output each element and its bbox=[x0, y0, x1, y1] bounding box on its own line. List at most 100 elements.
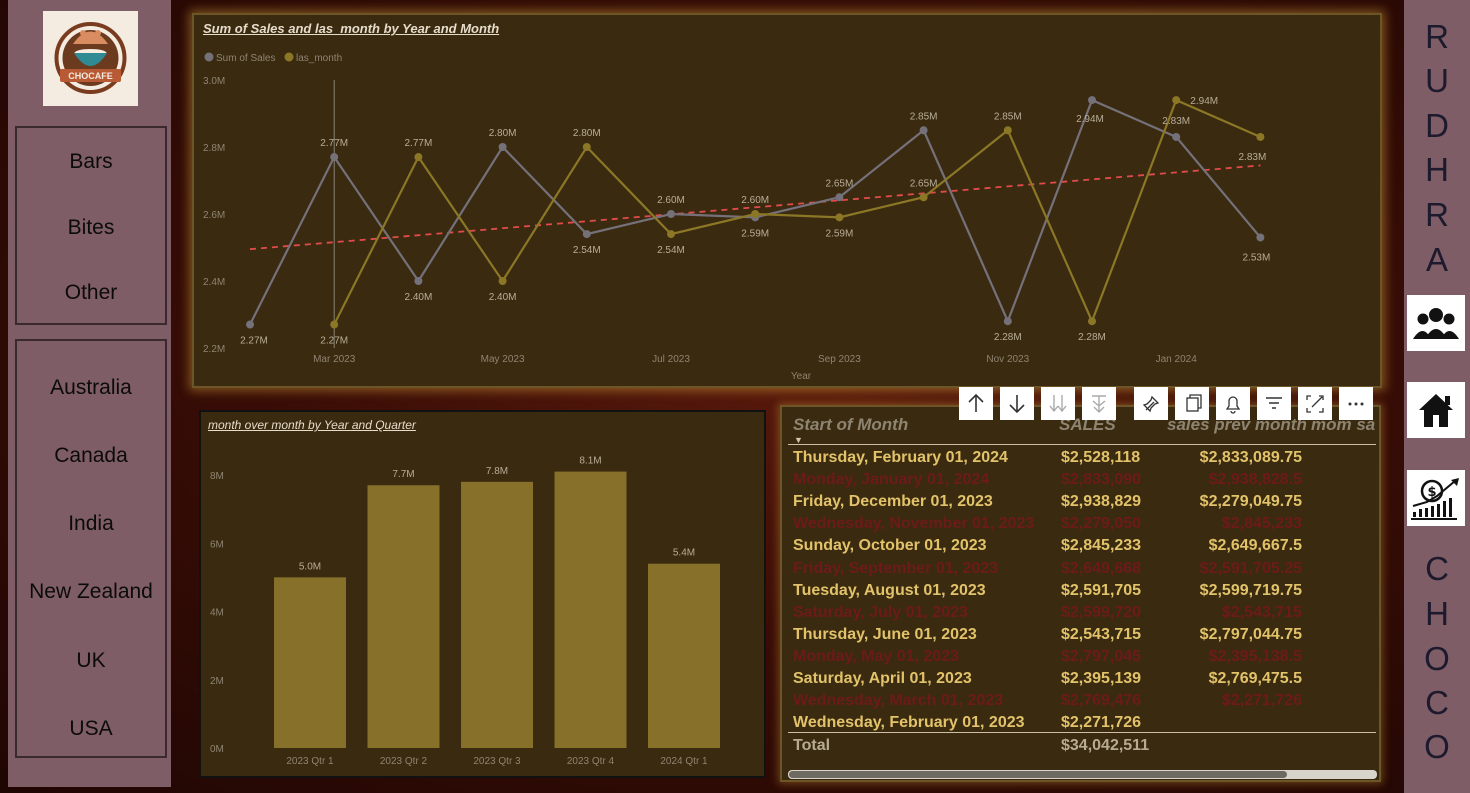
country-item-new-zealand[interactable]: New Zealand bbox=[17, 580, 165, 604]
pin-icon bbox=[1142, 395, 1160, 413]
bar-data-label: 8.1M bbox=[579, 456, 601, 467]
data-point-sum-of-sales bbox=[1088, 96, 1096, 105]
data-point-las-month bbox=[751, 210, 760, 218]
scrollbar-thumb[interactable] bbox=[789, 771, 1287, 778]
data-point-las-month bbox=[835, 213, 844, 222]
brand-letter: O bbox=[1424, 728, 1450, 765]
logo-subtext: Est. bbox=[87, 86, 94, 91]
cell-sales-prev-month: $2,649,667.5 bbox=[1208, 537, 1302, 555]
category-item-other[interactable]: Other bbox=[17, 281, 165, 305]
cell-start-of-month: Friday, September 01, 2023 bbox=[793, 559, 999, 577]
table-row[interactable]: Wednesday, November 01, 2023 $2,279,050 $2… bbox=[782, 515, 1372, 537]
data-point-sum-of-sales bbox=[330, 153, 339, 162]
filter-button[interactable] bbox=[1257, 387, 1291, 420]
cell-sales: $2,271,726 bbox=[1061, 714, 1142, 732]
y-axis-tick-label: 2.2M bbox=[203, 344, 225, 355]
legend-marker-las-month bbox=[284, 52, 294, 62]
bar-data-label: 7.7M bbox=[392, 469, 414, 480]
country-item-india[interactable]: India bbox=[17, 512, 165, 536]
brand-letter: R bbox=[1425, 18, 1449, 55]
legend-marker-sum-of-sales bbox=[204, 52, 214, 62]
data-point-sum-of-sales bbox=[246, 320, 254, 329]
cell-sales: $2,591,705 bbox=[1061, 581, 1142, 599]
focus-mode-button[interactable] bbox=[1298, 387, 1332, 420]
table-row[interactable]: Saturday, April 01, 2023 $2,395,139 $2,769… bbox=[782, 670, 1372, 692]
table-row[interactable]: Saturday, July 01, 2023 $2,599,720 $2,543,… bbox=[782, 604, 1372, 626]
data-label-las-month: 2.27M bbox=[320, 336, 348, 347]
table-row[interactable]: Thursday, February 01, 2024 $2,528,118 $2,… bbox=[782, 449, 1372, 471]
data-label-sum-of-sales: 2.27M bbox=[240, 336, 268, 347]
x-axis-tick-label: Sep 2023 bbox=[818, 354, 861, 365]
data-label-las-month: 2.80M bbox=[573, 128, 601, 139]
brand-letter: D bbox=[1425, 107, 1449, 144]
category-item-bites[interactable]: Bites bbox=[17, 216, 165, 240]
pin-button[interactable] bbox=[1134, 387, 1168, 420]
chocafe-logo: CHOCAFE Est. bbox=[43, 11, 138, 106]
data-point-las-month bbox=[498, 277, 507, 285]
copy-button[interactable] bbox=[1175, 387, 1209, 420]
expand-hierarchy-button[interactable] bbox=[1082, 387, 1116, 420]
y-axis-tick-label: 2.4M bbox=[203, 277, 225, 288]
cell-sales: $2,528,118 bbox=[1061, 449, 1141, 466]
country-item-uk[interactable]: UK bbox=[17, 649, 165, 673]
data-label-sum-of-sales: 2.59M bbox=[741, 228, 769, 239]
country-item-usa[interactable]: USA bbox=[17, 717, 165, 741]
table-row[interactable]: Monday, January 01, 2024 $2,833,090 $2,938… bbox=[782, 471, 1372, 493]
table-row[interactable]: Friday, December 01, 2023 $2,938,829 $2,27… bbox=[782, 493, 1372, 515]
table-row[interactable]: Thursday, June 01, 2023 $2,543,715 $2,797,… bbox=[782, 626, 1372, 648]
table-row[interactable]: Tuesday, August 01, 2023 $2,591,705 $2,599… bbox=[782, 582, 1372, 604]
bar-y-axis-tick-label: 0M bbox=[210, 744, 224, 755]
data-label-las-month: 2.28M bbox=[1078, 332, 1106, 343]
cell-sales: $2,797,045 bbox=[1061, 647, 1142, 665]
horizontal-scrollbar[interactable] bbox=[788, 770, 1377, 779]
bar-2023-qtr-1 bbox=[274, 577, 346, 748]
data-label-sum-of-sales: 2.28M bbox=[994, 332, 1022, 343]
country-slicer: Australia Canada India New Zealand UK US… bbox=[15, 339, 167, 758]
logo-emblem: CHOCAFE Est. bbox=[54, 22, 127, 94]
country-item-canada[interactable]: Canada bbox=[17, 444, 165, 468]
cell-sales: $2,543,715 bbox=[1061, 625, 1142, 643]
home-page-button[interactable] bbox=[1407, 382, 1465, 438]
arrow-down-icon bbox=[1009, 395, 1025, 414]
arrow-down-button[interactable] bbox=[1000, 387, 1034, 420]
brand-letter: O bbox=[1424, 640, 1450, 677]
series-line-las-month bbox=[333, 98, 1261, 326]
bell-button[interactable] bbox=[1216, 387, 1250, 420]
data-label-las-month: 2.83M bbox=[1239, 152, 1267, 163]
sales-table-card: Start of Month ▼ SALES sales prev month … bbox=[780, 405, 1381, 782]
data-label-las-month: 2.59M bbox=[826, 228, 854, 239]
dollar-growth-icon: $ bbox=[1411, 478, 1459, 520]
arrow-up-icon bbox=[968, 393, 984, 412]
arrow-up-button[interactable] bbox=[959, 387, 993, 420]
brand-letter: U bbox=[1425, 62, 1449, 99]
copy-icon bbox=[1186, 394, 1202, 412]
country-item-australia[interactable]: Australia bbox=[17, 376, 165, 400]
sales-page-button[interactable]: $ bbox=[1407, 470, 1465, 526]
cell-sales: $2,833,090 bbox=[1061, 471, 1142, 489]
cell-start-of-month: Saturday, July 01, 2023 bbox=[793, 603, 968, 621]
table-row[interactable]: Friday, September 01, 2023 $2,649,668 $2,5… bbox=[782, 560, 1372, 582]
column-header-start-of-month[interactable]: Start of Month bbox=[793, 415, 908, 435]
table-row[interactable]: Sunday, October 01, 2023 $2,845,233 $2,649… bbox=[782, 537, 1372, 559]
customers-page-button[interactable] bbox=[1407, 295, 1465, 351]
cell-sales-prev-month: $2,833,089.75 bbox=[1199, 449, 1302, 466]
legend-label-las-month: las_month bbox=[296, 53, 342, 64]
data-label-las-month: 2.60M bbox=[741, 195, 769, 206]
drill-down-icon bbox=[1049, 395, 1067, 413]
data-label-sum-of-sales: 2.77M bbox=[320, 138, 348, 149]
bar-2023-qtr-4 bbox=[554, 471, 627, 748]
focus-mode-icon bbox=[1306, 395, 1324, 413]
more-options-button[interactable] bbox=[1339, 387, 1373, 420]
data-label-sum-of-sales: 2.94M bbox=[1076, 114, 1104, 125]
data-label-las-month: 2.77M bbox=[405, 138, 433, 149]
table-row[interactable]: Wednesday, March 01, 2023 $2,769,476 $2,27… bbox=[782, 692, 1372, 714]
cell-sales-prev-month: $2,938,828.5 bbox=[1208, 471, 1302, 489]
bell-icon bbox=[1225, 396, 1241, 414]
data-point-las-month bbox=[1172, 96, 1181, 105]
data-point-sum-of-sales bbox=[582, 230, 591, 239]
category-item-bars[interactable]: Bars bbox=[17, 150, 165, 174]
drill-down-button[interactable] bbox=[1041, 387, 1075, 420]
cell-start-of-month: Saturday, April 01, 2023 bbox=[793, 670, 972, 687]
bar-y-axis-tick-label: 6M bbox=[210, 539, 224, 550]
table-row[interactable]: Monday, May 01, 2023 $2,797,045 $2,395,138… bbox=[782, 648, 1372, 670]
